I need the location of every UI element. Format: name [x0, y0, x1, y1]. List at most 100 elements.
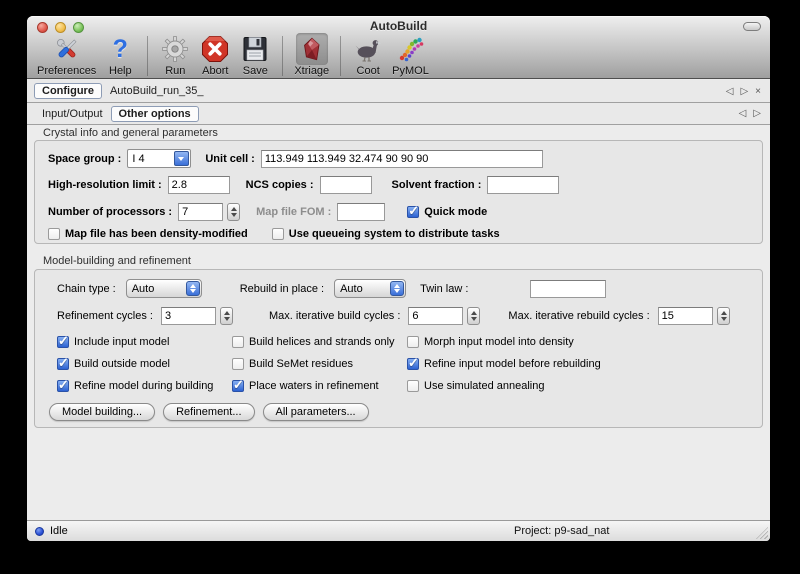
build-helices-label: Build helices and strands only	[249, 336, 395, 348]
project-label: Project: p9-sad_nat	[514, 525, 609, 537]
morph-model-label: Morph input model into density	[424, 336, 574, 348]
abort-button[interactable]: Abort	[199, 33, 231, 78]
place-waters-box[interactable]	[232, 380, 244, 392]
preferences-button[interactable]: Preferences	[37, 33, 96, 78]
simulated-annealing-box[interactable]	[407, 380, 419, 392]
ncs-copies-field[interactable]	[320, 176, 372, 194]
twin-law-field[interactable]	[530, 280, 606, 298]
refinement-cycles-label: Refinement cycles :	[57, 310, 153, 322]
high-res-limit-label: High-resolution limit :	[48, 179, 162, 191]
coot-button[interactable]: Coot	[352, 33, 384, 78]
model-section-title: Model-building and refinement	[43, 255, 191, 267]
include-input-model-label: Include input model	[74, 336, 169, 348]
solvent-fraction-label: Solvent fraction :	[392, 179, 482, 191]
refine-before-rebuild-box[interactable]	[407, 358, 419, 370]
build-semet-label: Build SeMet residues	[249, 358, 353, 370]
help-button[interactable]: ? Help	[104, 33, 136, 78]
toolbar: Preferences ? Help	[33, 31, 766, 78]
space-group-combo[interactable]: I 4	[127, 149, 191, 168]
save-label: Save	[243, 65, 268, 78]
chain-type-popup[interactable]: Auto	[126, 279, 202, 298]
density-modified-checkbox[interactable]: Map file has been density-modified	[48, 228, 248, 240]
build-semet-box[interactable]	[232, 358, 244, 370]
num-processors-field[interactable]	[178, 203, 223, 221]
solvent-fraction-field[interactable]	[487, 176, 559, 194]
include-input-model-box[interactable]	[57, 336, 69, 348]
rebuild-in-place-stepper-icon	[390, 281, 404, 296]
morph-model-checkbox[interactable]: Morph input model into density	[407, 336, 574, 348]
toolbar-separator	[147, 36, 148, 76]
refine-before-rebuild-label: Refine input model before rebuilding	[424, 358, 601, 370]
model-building-button[interactable]: Model building...	[49, 403, 155, 421]
queueing-checkbox-box[interactable]	[272, 228, 284, 240]
refinement-cycles-field[interactable]	[161, 307, 216, 325]
queueing-checkbox[interactable]: Use queueing system to distribute tasks	[272, 228, 500, 240]
tab-configure[interactable]: Configure	[34, 83, 102, 99]
refinement-button[interactable]: Refinement...	[163, 403, 254, 421]
help-label: Help	[109, 65, 132, 78]
tab-next-icon[interactable]: ▷	[740, 86, 748, 97]
morph-model-box[interactable]	[407, 336, 419, 348]
build-outside-model-box[interactable]	[57, 358, 69, 370]
quick-mode-checkbox-box[interactable]	[407, 206, 419, 218]
xtriage-button[interactable]: Xtriage	[294, 33, 329, 78]
build-helices-checkbox[interactable]: Build helices and strands only	[232, 336, 407, 348]
map-file-fom-field[interactable]	[337, 203, 385, 221]
tab-prev-icon[interactable]: ◁	[726, 86, 734, 97]
subtab-next-icon[interactable]: ▷	[753, 108, 761, 119]
run-button[interactable]: Run	[159, 33, 191, 78]
rebuild-in-place-label: Rebuild in place :	[240, 283, 324, 295]
tab-input-output[interactable]: Input/Output	[34, 107, 111, 121]
simulated-annealing-label: Use simulated annealing	[424, 380, 544, 392]
max-build-cycles-stepper[interactable]	[467, 307, 480, 325]
build-semet-checkbox[interactable]: Build SeMet residues	[232, 358, 407, 370]
space-group-value: I 4	[128, 153, 173, 165]
sub-tab-bar: Input/Output Other options ◁ ▷	[27, 103, 770, 125]
unit-cell-field[interactable]	[261, 150, 543, 168]
density-modified-checkbox-box[interactable]	[48, 228, 60, 240]
resize-grip[interactable]	[756, 527, 768, 539]
tab-close-icon[interactable]: ×	[755, 86, 761, 97]
crystal-section-title: Crystal info and general parameters	[43, 127, 218, 139]
refine-during-building-box[interactable]	[57, 380, 69, 392]
status-bar: Idle Project: p9-sad_nat	[27, 520, 770, 541]
max-rebuild-cycles-field[interactable]	[658, 307, 713, 325]
run-gear-icon	[159, 33, 191, 65]
options-panel: Crystal info and general parameters Spac…	[27, 125, 770, 520]
toolbar-separator	[282, 36, 283, 76]
main-tab-bar: Configure AutoBuild_run_35_ ◁ ▷ ×	[27, 80, 770, 103]
refine-before-rebuild-checkbox[interactable]: Refine input model before rebuilding	[407, 358, 601, 370]
tab-autobuild-run[interactable]: AutoBuild_run_35_	[102, 84, 212, 98]
include-input-model-checkbox[interactable]: Include input model	[57, 336, 232, 348]
high-res-limit-field[interactable]	[168, 176, 230, 194]
rebuild-in-place-value: Auto	[335, 283, 389, 295]
refinement-cycles-stepper[interactable]	[220, 307, 233, 325]
toolbar-toggle-button[interactable]	[743, 22, 761, 31]
simulated-annealing-checkbox[interactable]: Use simulated annealing	[407, 380, 544, 392]
all-parameters-button[interactable]: All parameters...	[263, 403, 369, 421]
chain-type-label: Chain type :	[57, 283, 116, 295]
coot-bird-icon	[352, 33, 384, 65]
build-helices-box[interactable]	[232, 336, 244, 348]
tab-other-options[interactable]: Other options	[111, 106, 199, 122]
xtriage-label: Xtriage	[294, 65, 329, 78]
space-group-dropdown-icon[interactable]	[174, 151, 189, 166]
map-file-fom-label: Map file FOM :	[256, 206, 331, 218]
rebuild-in-place-popup[interactable]: Auto	[334, 279, 406, 298]
num-processors-stepper[interactable]	[227, 203, 240, 221]
place-waters-checkbox[interactable]: Place waters in refinement	[232, 380, 407, 392]
max-build-cycles-field[interactable]	[408, 307, 463, 325]
save-button[interactable]: Save	[239, 33, 271, 78]
max-rebuild-cycles-stepper[interactable]	[717, 307, 730, 325]
queueing-label: Use queueing system to distribute tasks	[289, 228, 500, 240]
quick-mode-checkbox[interactable]: Quick mode	[407, 206, 487, 218]
chain-type-value: Auto	[127, 283, 185, 295]
refine-during-building-label: Refine model during building	[74, 380, 213, 392]
build-outside-model-checkbox[interactable]: Build outside model	[57, 358, 232, 370]
abort-label: Abort	[202, 65, 228, 78]
pymol-label: PyMOL	[392, 65, 429, 78]
refine-during-building-checkbox[interactable]: Refine model during building	[57, 380, 232, 392]
unit-cell-label: Unit cell :	[205, 153, 255, 165]
subtab-prev-icon[interactable]: ◁	[739, 108, 747, 119]
pymol-button[interactable]: PyMOL	[392, 33, 429, 78]
